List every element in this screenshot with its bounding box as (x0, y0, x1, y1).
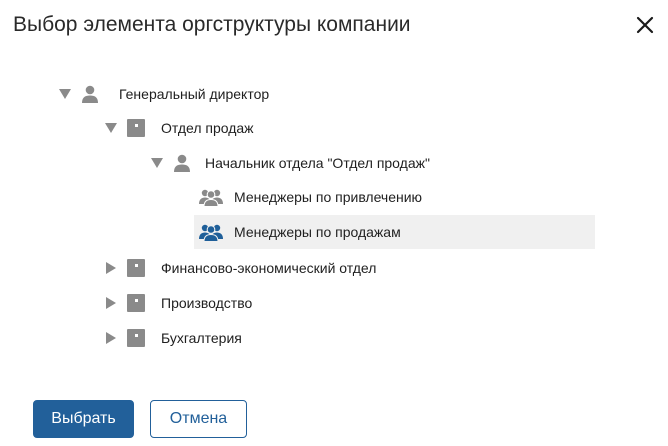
cancel-button[interactable]: Отмена (150, 400, 247, 438)
tree-node-label: Бухгалтерия (161, 330, 242, 346)
department-icon (125, 327, 147, 349)
tree-node-label: Начальник отдела "Отдел продаж" (205, 155, 430, 171)
tree-node-label: Менеджеры по продажам (234, 224, 401, 240)
org-structure-dialog: Выбор элемента оргструктуры компании Ген… (0, 0, 668, 446)
tree-node-sales-managers[interactable]: Менеджеры по продажам (194, 215, 595, 249)
tree-node-acquisition-managers[interactable]: Менеджеры по привлечению (194, 180, 422, 214)
tree-node-sales-department[interactable]: Отдел продаж (103, 111, 254, 145)
tree-node-production[interactable]: Производство (103, 286, 252, 320)
tree-node-finance-department[interactable]: Финансово-экономический отдел (103, 251, 376, 285)
select-button[interactable]: Выбрать (33, 400, 134, 438)
tree-node-accounting[interactable]: Бухгалтерия (103, 321, 242, 355)
person-icon (171, 152, 193, 174)
tree-node-label: Финансово-экономический отдел (161, 260, 377, 276)
group-icon (198, 186, 224, 208)
collapsed-triangle-icon[interactable] (103, 260, 119, 276)
department-icon (125, 292, 147, 314)
tree-node-general-director[interactable]: Генеральный директор (57, 77, 269, 111)
department-icon (125, 117, 147, 139)
expanded-triangle-icon[interactable] (57, 86, 73, 102)
dialog-title: Выбор элемента оргструктуры компании (13, 13, 411, 36)
close-icon[interactable] (632, 12, 658, 38)
expanded-triangle-icon[interactable] (103, 120, 119, 136)
tree-node-label: Отдел продаж (161, 120, 254, 136)
tree-node-label: Производство (161, 295, 253, 311)
department-icon (125, 257, 147, 279)
collapsed-triangle-icon[interactable] (103, 330, 119, 346)
person-icon (79, 83, 101, 105)
group-icon (198, 221, 224, 243)
tree-node-label: Менеджеры по привлечению (234, 189, 423, 205)
tree-node-sales-head[interactable]: Начальник отдела "Отдел продаж" (149, 146, 430, 180)
expanded-triangle-icon[interactable] (149, 155, 165, 171)
collapsed-triangle-icon[interactable] (103, 295, 119, 311)
tree-node-label: Генеральный директор (119, 86, 270, 102)
